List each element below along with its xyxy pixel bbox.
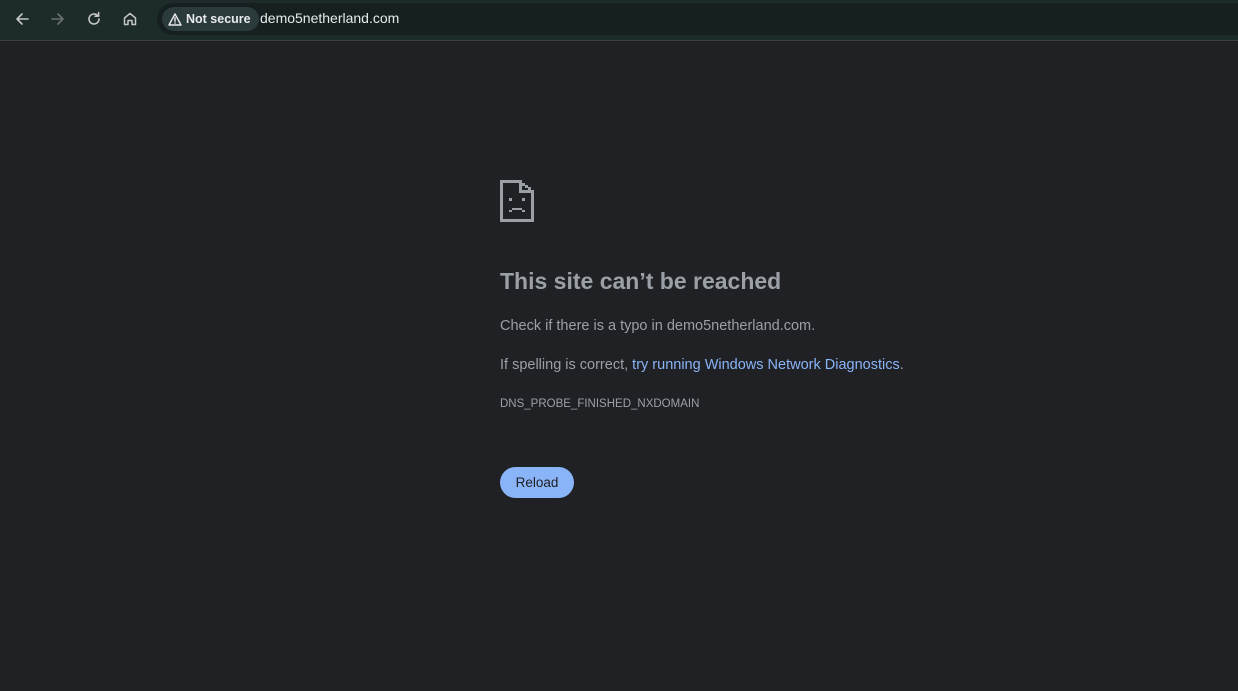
home-button[interactable] <box>116 5 144 33</box>
security-chip[interactable]: Not secure <box>162 7 259 31</box>
warning-triangle-icon <box>168 12 182 26</box>
spelling-message: If spelling is correct, try running Wind… <box>500 357 904 373</box>
reload-icon <box>88 11 100 25</box>
sad-document-icon <box>500 180 534 222</box>
typo-message: Check if there is a typo in demo5netherl… <box>500 318 816 334</box>
security-chip-label: Not secure <box>186 12 251 26</box>
address-bar[interactable]: Not secure demo5netherland.com <box>157 3 1238 35</box>
home-icon <box>123 12 137 26</box>
arrow-right-icon <box>51 13 64 25</box>
browser-toolbar: Not secure demo5netherland.com <box>0 0 1238 41</box>
error-code: DNS_PROBE_FINISHED_NXDOMAIN <box>500 398 700 410</box>
arrow-left-icon <box>16 13 29 25</box>
error-title: This site can’t be reached <box>500 268 782 294</box>
back-button[interactable] <box>8 5 36 33</box>
url-text[interactable]: demo5netherland.com <box>260 10 399 26</box>
reload-page-button[interactable] <box>80 5 108 33</box>
reload-button[interactable]: Reload <box>500 467 574 498</box>
spelling-suffix: . <box>899 357 904 373</box>
spelling-prefix: If spelling is correct, <box>500 357 633 373</box>
network-diagnostics-link[interactable]: try running Windows Network Diagnostics <box>632 357 900 373</box>
forward-button[interactable] <box>44 5 72 33</box>
